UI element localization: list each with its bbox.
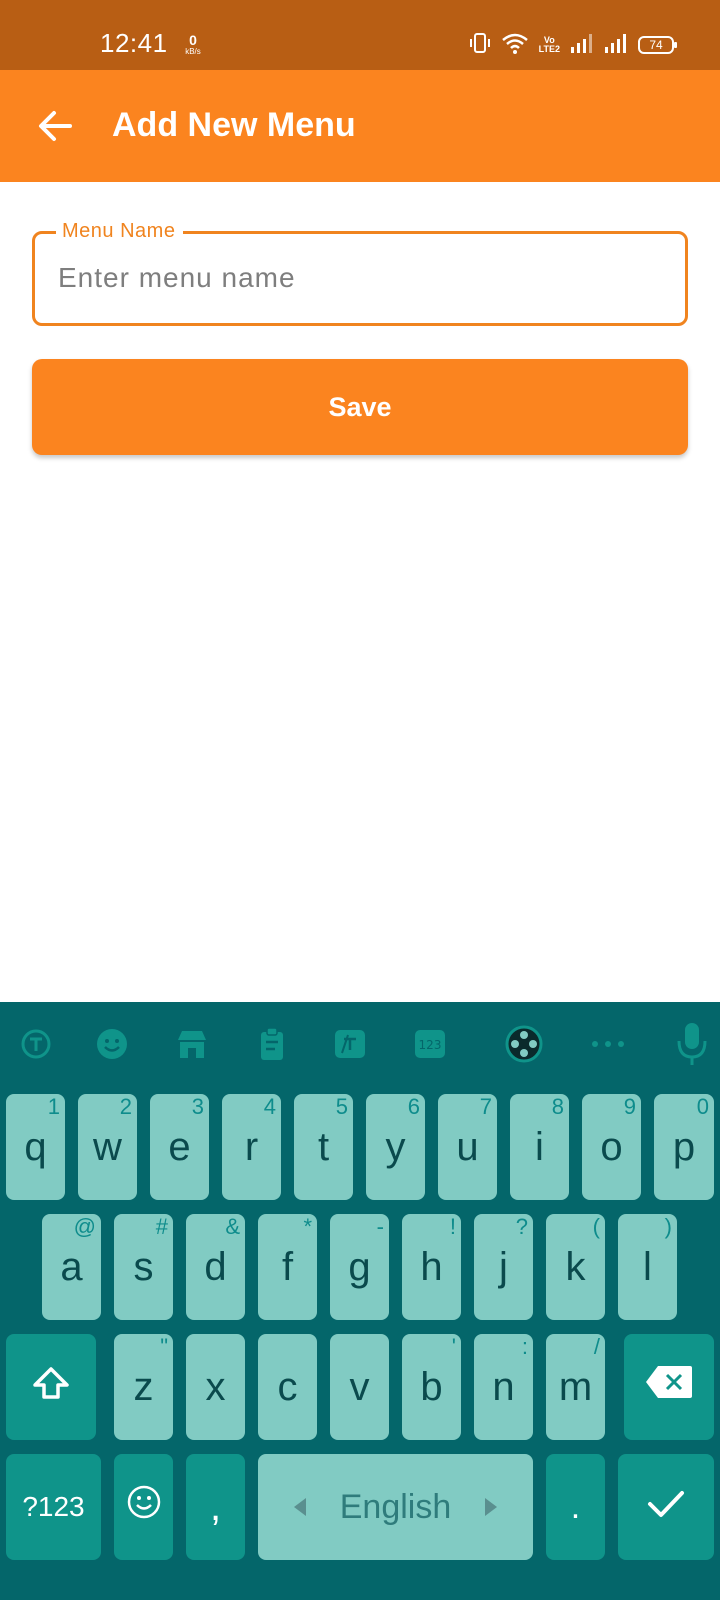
key-g[interactable]: g- xyxy=(330,1214,389,1320)
status-bar: 12:41 0 kB/s Vo LTE2 74 xyxy=(0,0,720,70)
svg-text:123: 123 xyxy=(419,1038,442,1052)
menu-name-label: Menu Name xyxy=(56,220,184,243)
key-j[interactable]: j? xyxy=(474,1214,533,1320)
language-prev-icon xyxy=(293,1498,306,1516)
emoji-key[interactable] xyxy=(114,1454,173,1560)
key-q[interactable]: q1 xyxy=(6,1094,65,1200)
key-t[interactable]: t5 xyxy=(294,1094,353,1200)
menu-name-input[interactable] xyxy=(58,258,658,298)
key-c[interactable]: c xyxy=(258,1334,317,1440)
emoji-icon[interactable] xyxy=(92,1024,132,1064)
store-icon[interactable] xyxy=(172,1024,212,1064)
key-b[interactable]: b ' xyxy=(402,1334,461,1440)
backspace-icon xyxy=(644,1364,694,1410)
comma-key[interactable]: , xyxy=(186,1454,245,1560)
key-o[interactable]: o9 xyxy=(582,1094,641,1200)
number-pad-icon[interactable]: 123 xyxy=(410,1024,450,1064)
vibrate-icon xyxy=(469,31,491,60)
key-l[interactable]: l) xyxy=(618,1214,677,1320)
network-speed-value: 0 xyxy=(189,32,197,48)
signal-icon-2 xyxy=(604,32,628,59)
language-next-icon xyxy=(485,1498,498,1516)
battery-icon: 74 xyxy=(638,36,677,54)
status-icons: Vo LTE2 74 xyxy=(469,31,677,60)
key-y[interactable]: y6 xyxy=(366,1094,425,1200)
key-f[interactable]: f * xyxy=(258,1214,317,1320)
key-w[interactable]: w2 xyxy=(78,1094,137,1200)
keyboard: 123 q1 w2 e3 r4 t5 y6 u7 i8 o9 p0 a @ s # … xyxy=(0,1002,720,1600)
period-key[interactable]: . xyxy=(546,1454,605,1560)
key-x[interactable]: x xyxy=(186,1334,245,1440)
key-k[interactable]: k( xyxy=(546,1214,605,1320)
key-h[interactable]: h! xyxy=(402,1214,461,1320)
save-button[interactable]: Save xyxy=(32,359,688,455)
page-title: Add New Menu xyxy=(112,106,356,144)
key-z[interactable]: z " xyxy=(114,1334,173,1440)
key-v[interactable]: v xyxy=(330,1334,389,1440)
network-speed: 0 kB/s xyxy=(182,33,204,56)
theme-icon[interactable] xyxy=(504,1024,544,1064)
checkmark-icon xyxy=(646,1485,686,1530)
key-e[interactable]: e3 xyxy=(150,1094,209,1200)
network-speed-unit: kB/s xyxy=(185,47,201,56)
signal-icon-1 xyxy=(570,32,594,59)
microphone-icon[interactable] xyxy=(672,1020,712,1068)
smiley-icon xyxy=(126,1484,162,1530)
key-m[interactable]: m / xyxy=(546,1334,605,1440)
more-icon[interactable] xyxy=(588,1024,628,1064)
volte-icon: Vo LTE2 xyxy=(538,35,560,54)
key-i[interactable]: i8 xyxy=(510,1094,569,1200)
status-time: 12:41 xyxy=(100,28,168,58)
space-key[interactable]: English xyxy=(258,1454,533,1560)
symbols-key[interactable]: ?123 xyxy=(6,1454,101,1560)
key-a[interactable]: a @ xyxy=(42,1214,101,1320)
shift-icon xyxy=(31,1365,71,1410)
key-d[interactable]: d & xyxy=(186,1214,245,1320)
key-r[interactable]: r4 xyxy=(222,1094,281,1200)
done-key[interactable] xyxy=(618,1454,714,1560)
key-u[interactable]: u7 xyxy=(438,1094,497,1200)
translate-icon[interactable] xyxy=(16,1024,56,1064)
keyboard-toolbar: 123 xyxy=(0,1002,720,1086)
shift-key[interactable] xyxy=(6,1334,96,1440)
clipboard-icon[interactable] xyxy=(252,1024,292,1064)
wifi-icon xyxy=(501,31,529,60)
key-s[interactable]: s # xyxy=(114,1214,173,1320)
text-edit-icon[interactable] xyxy=(330,1024,370,1064)
key-n[interactable]: n: xyxy=(474,1334,533,1440)
space-language-label: English xyxy=(339,1487,452,1526)
back-arrow-icon[interactable] xyxy=(36,106,76,146)
key-p[interactable]: p0 xyxy=(654,1094,714,1200)
backspace-key[interactable] xyxy=(624,1334,714,1440)
app-bar: Add New Menu xyxy=(0,70,720,182)
